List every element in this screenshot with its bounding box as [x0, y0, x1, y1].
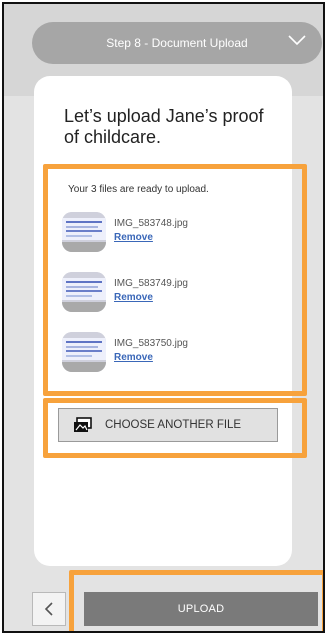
page-title: Let’s upload Jane’s proof of childcare. [64, 106, 264, 147]
chevron-left-icon [44, 602, 53, 616]
app-frame: Step 8 - Document Upload Let’s upload Ja… [2, 2, 325, 633]
choose-file-highlight-frame [43, 398, 307, 458]
step-dropdown[interactable]: Step 8 - Document Upload [32, 22, 322, 64]
upload-highlight-frame [69, 570, 323, 631]
step-label: Step 8 - Document Upload [106, 36, 248, 50]
chevron-down-icon [288, 34, 306, 49]
files-highlight-frame [43, 164, 307, 396]
back-button[interactable] [32, 592, 66, 626]
